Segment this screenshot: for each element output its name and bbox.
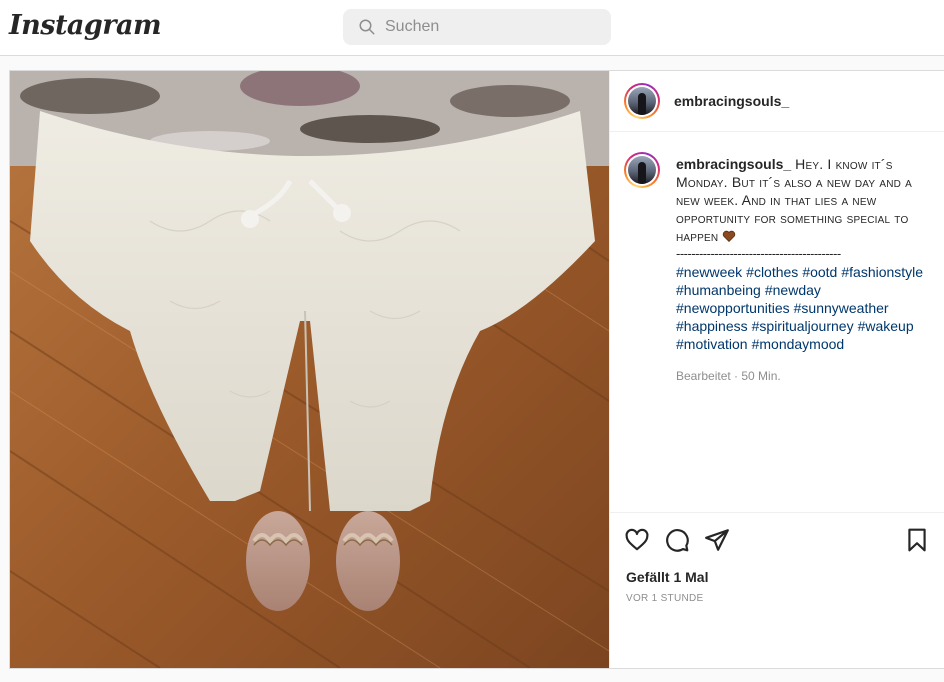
paper-plane-icon[interactable]	[704, 527, 730, 553]
hashtag-link[interactable]: #newweek	[676, 264, 742, 280]
hashtag-list: #newweek #clothes #ootd #fashionstyle #huma…	[676, 263, 934, 353]
post-image[interactable]	[10, 71, 609, 668]
post-sidebar: embracingsouls_ embracingsouls_ Hey. I kn…	[609, 71, 944, 668]
hashtag-link[interactable]: #fashionstyle	[841, 264, 923, 280]
hashtag-link[interactable]: #motivation	[676, 336, 748, 352]
post-caption: embracingsouls_ Hey. I know it´s Monday. …	[676, 155, 934, 353]
hashtag-link[interactable]: #wakeup	[858, 318, 914, 334]
post-card: embracingsouls_ embracingsouls_ Hey. I kn…	[9, 70, 944, 669]
hashtag-link[interactable]: #clothes	[746, 264, 798, 280]
top-navigation: Instagram	[0, 0, 944, 56]
heart-icon[interactable]	[624, 527, 650, 553]
hashtag-link[interactable]: #newopportunities	[676, 300, 790, 316]
caption-divider: ----------------------------------------…	[676, 246, 841, 261]
hashtag-link[interactable]: #happiness	[676, 318, 748, 334]
hashtag-link[interactable]: #ootd	[802, 264, 837, 280]
post-actions: Gefällt 1 Mal VOR 1 STUNDE	[610, 512, 944, 668]
like-count[interactable]: Gefällt 1 Mal	[626, 569, 708, 585]
search-input[interactable]	[385, 9, 595, 45]
post-timestamp[interactable]: VOR 1 STUNDE	[626, 593, 704, 604]
author-username[interactable]: embracingsouls_	[674, 93, 789, 109]
search-box[interactable]	[343, 9, 611, 45]
instagram-logo[interactable]: Instagram	[9, 10, 162, 41]
hashtag-link[interactable]: #spiritualjourney	[752, 318, 854, 334]
bookmark-icon[interactable]	[904, 527, 930, 553]
caption-username[interactable]: embracingsouls_	[676, 156, 791, 172]
hashtag-link[interactable]: #sunnyweather	[794, 300, 889, 316]
hashtag-link[interactable]: #humanbeing	[676, 282, 761, 298]
hashtag-link[interactable]: #mondaymood	[752, 336, 845, 352]
brown-heart-emoji-icon	[723, 230, 736, 242]
author-avatar[interactable]	[624, 83, 660, 119]
edited-timestamp: Bearbeitet · 50 Min.	[676, 369, 781, 383]
search-icon	[359, 19, 375, 35]
caption-avatar[interactable]	[624, 152, 660, 188]
comment-icon[interactable]	[664, 527, 690, 553]
hashtag-link[interactable]: #newday	[765, 282, 821, 298]
post-header: embracingsouls_	[610, 71, 944, 132]
